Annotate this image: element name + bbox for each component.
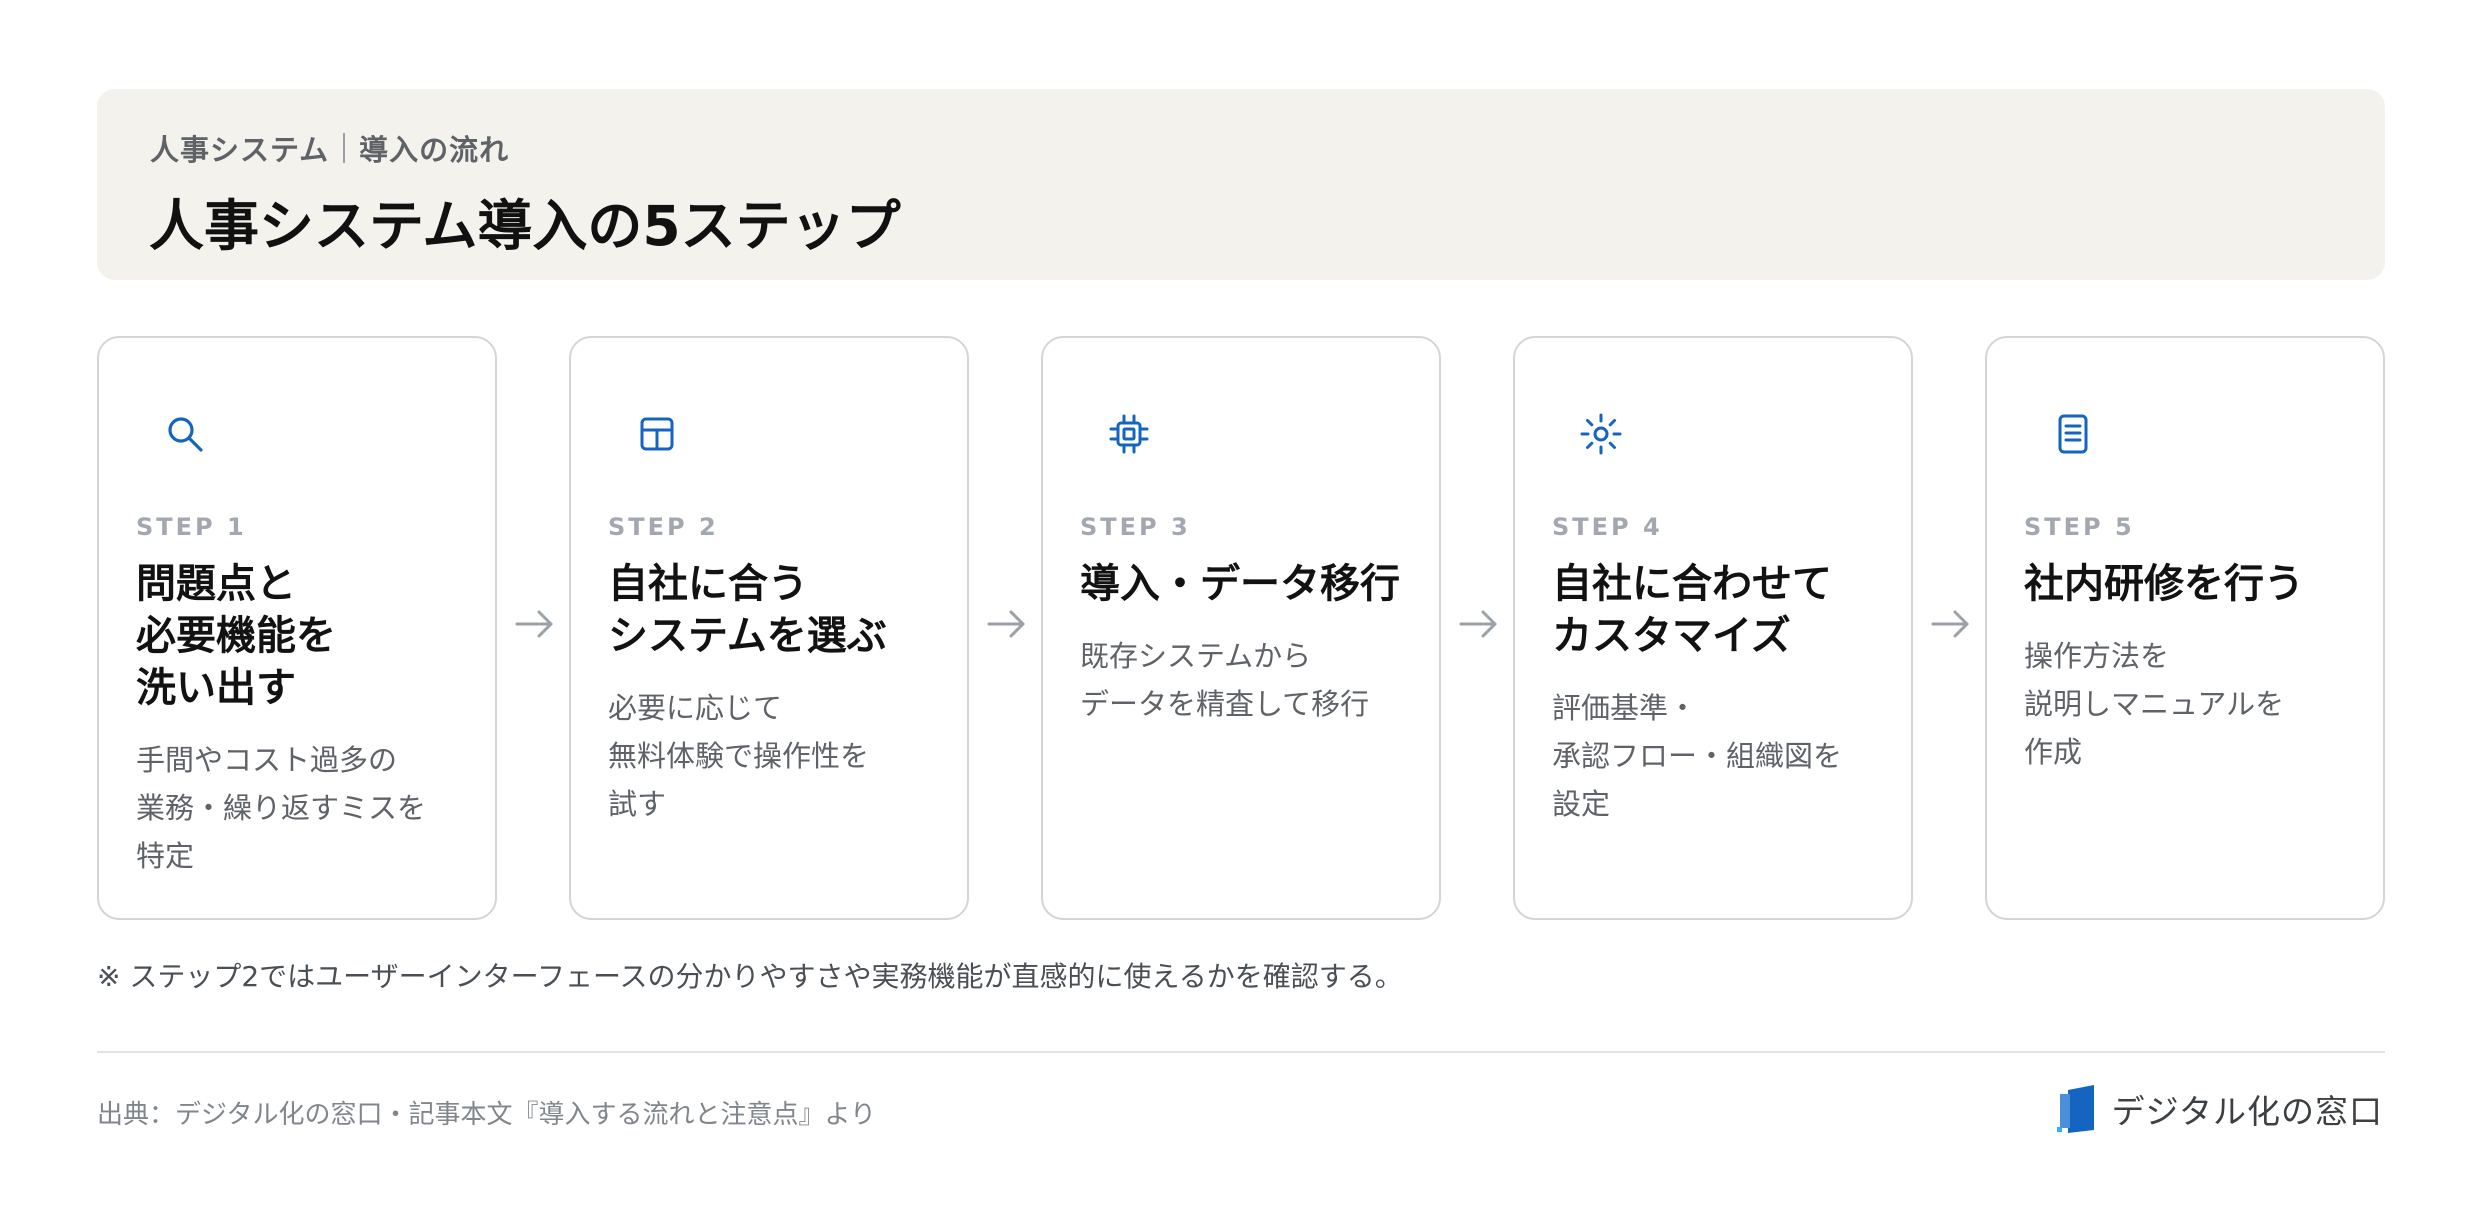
step-title: 自社に合う システムを選ぶ <box>608 561 887 659</box>
document-icon <box>2051 412 2095 456</box>
sun-gear-icon <box>1579 412 1623 456</box>
steps-row: STEP 1 問題点と 必要機能を 洗い出す 手間やコスト過多の 業務・繰り返す… <box>97 336 2385 920</box>
arrow-right-icon <box>1929 604 1973 644</box>
breadcrumb-topic: 導入の流れ <box>359 133 510 167</box>
brand-name: デジタル化の窓口 <box>2111 1092 2383 1131</box>
step-description: 必要に応じて 無料体験で操作性を 試す <box>608 691 870 821</box>
brand-logo: デジタル化の窓口 <box>2056 1083 2383 1135</box>
page-title: 人事システム導入の5ステップ <box>149 194 901 258</box>
step-label: STEP 5 <box>2024 513 2135 541</box>
breadcrumb: 人事システム 導入の流れ <box>150 127 509 169</box>
arrow-right-icon <box>1457 604 1501 644</box>
table-icon <box>635 412 679 456</box>
step-title: 問題点と 必要機能を 洗い出す <box>136 561 336 711</box>
step-card-3: STEP 3 導入・データ移行 既存システムから データを精査して移行 <box>1041 336 1441 920</box>
breadcrumb-separator <box>343 133 346 163</box>
step-card-2: STEP 2 自社に合う システムを選ぶ 必要に応じて 無料体験で操作性を 試す <box>569 336 969 920</box>
step-description: 手間やコスト過多の 業務・繰り返すミスを 特定 <box>136 743 427 873</box>
step-title: 自社に合わせて カスタマイズ <box>1552 561 1832 659</box>
logo-mark-icon <box>2056 1084 2098 1134</box>
step-description: 操作方法を 説明しマニュアルを 作成 <box>2024 639 2285 769</box>
step-title: 導入・データ移行 <box>1080 561 1400 607</box>
step-title: 社内研修を行う <box>2024 561 2304 607</box>
step-description: 既存システムから データを精査して移行 <box>1080 639 1370 721</box>
footnote: ※ ステップ2ではユーザーインターフェースの分かりやすさや実務機能が直感的に使え… <box>97 960 1403 993</box>
step-description: 評価基準・ 承認フロー・組織図を 設定 <box>1552 691 1843 821</box>
step-label: STEP 3 <box>1080 513 1191 541</box>
step-card-1: STEP 1 問題点と 必要機能を 洗い出す 手間やコスト過多の 業務・繰り返す… <box>97 336 497 920</box>
step-label: STEP 2 <box>608 513 719 541</box>
search-icon <box>163 412 207 456</box>
step-card-5: STEP 5 社内研修を行う 操作方法を 説明しマニュアルを 作成 <box>1985 336 2385 920</box>
step-label: STEP 1 <box>136 513 247 541</box>
chip-icon <box>1107 412 1151 456</box>
arrow-right-icon <box>985 604 1029 644</box>
source-citation: 出典：デジタル化の窓口・記事本文『導入する流れと注意点』より <box>97 1100 876 1130</box>
step-label: STEP 4 <box>1552 513 1663 541</box>
step-card-4: STEP 4 自社に合わせて カスタマイズ 評価基準・ 承認フロー・組織図を 設… <box>1513 336 1913 920</box>
header-banner: 人事システム 導入の流れ 人事システム導入の5ステップ <box>97 89 2385 280</box>
divider <box>97 1051 2385 1053</box>
arrow-right-icon <box>513 604 557 644</box>
breadcrumb-category: 人事システム <box>150 133 330 167</box>
